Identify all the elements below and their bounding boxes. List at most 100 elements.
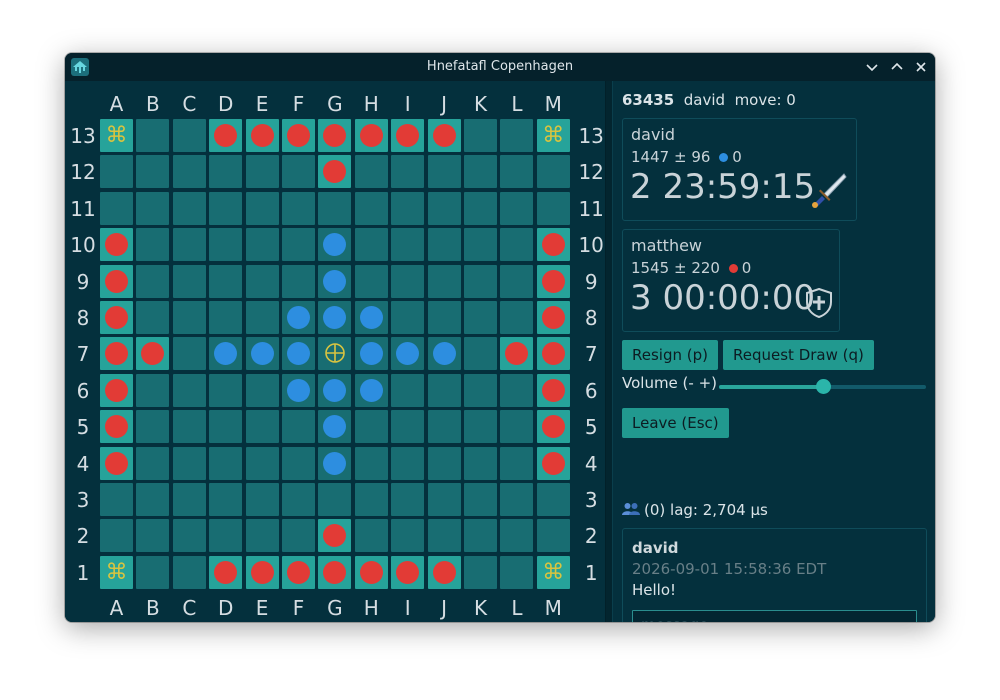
- board-cell[interactable]: [536, 301, 570, 334]
- board-cell[interactable]: [245, 337, 279, 371]
- board-cell[interactable]: [136, 410, 170, 444]
- board-cell[interactable]: [136, 264, 170, 298]
- blue-piece[interactable]: [287, 378, 310, 402]
- board-cell[interactable]: [282, 446, 315, 480]
- board-cell[interactable]: [427, 264, 461, 298]
- red-piece[interactable]: [541, 306, 565, 329]
- board-cell[interactable]: [464, 483, 497, 516]
- board-cell[interactable]: [500, 410, 534, 444]
- board-cell[interactable]: [500, 264, 534, 298]
- board-cell[interactable]: [354, 264, 388, 298]
- red-piece[interactable]: [250, 124, 274, 147]
- blue-piece[interactable]: [250, 342, 274, 366]
- red-piece[interactable]: [323, 560, 347, 584]
- board-cell[interactable]: [427, 555, 461, 589]
- board-cell[interactable]: [318, 301, 352, 334]
- board-cell[interactable]: [536, 155, 570, 189]
- leave-button[interactable]: Leave (Esc): [622, 408, 729, 438]
- board-cell[interactable]: ⌘: [100, 555, 133, 589]
- board-cell[interactable]: [536, 373, 570, 407]
- board-cell[interactable]: [464, 337, 497, 371]
- board-cell[interactable]: [172, 337, 206, 371]
- board-cell[interactable]: [318, 191, 352, 225]
- blue-piece[interactable]: [287, 342, 310, 366]
- board-cell[interactable]: [464, 228, 497, 262]
- board-cell[interactable]: [282, 155, 315, 189]
- board-cell[interactable]: [172, 373, 206, 407]
- board-cell[interactable]: [282, 119, 315, 152]
- board-cell[interactable]: [209, 301, 243, 334]
- board-cell[interactable]: [500, 155, 534, 189]
- board-cell[interactable]: [209, 119, 243, 152]
- board-cell[interactable]: [500, 483, 534, 516]
- board-cell[interactable]: [536, 446, 570, 480]
- board-cell[interactable]: [172, 519, 206, 553]
- board-cell[interactable]: [282, 337, 315, 371]
- board-cell[interactable]: [209, 483, 243, 516]
- board-cell[interactable]: [464, 446, 497, 480]
- blue-piece[interactable]: [323, 306, 347, 329]
- board-cell[interactable]: [354, 410, 388, 444]
- board-cell[interactable]: [354, 119, 388, 152]
- red-piece[interactable]: [396, 124, 420, 147]
- red-piece[interactable]: [105, 378, 128, 402]
- board-cell[interactable]: [391, 155, 425, 189]
- board-cell[interactable]: [100, 301, 133, 334]
- throne-icon[interactable]: [318, 337, 351, 370]
- board-cell[interactable]: [100, 337, 133, 371]
- board-cell[interactable]: [282, 264, 315, 298]
- board-cell[interactable]: [318, 119, 352, 152]
- board-cell[interactable]: [464, 373, 497, 407]
- red-piece[interactable]: [214, 124, 238, 147]
- board-cell[interactable]: [136, 191, 170, 225]
- close-button[interactable]: [911, 57, 931, 77]
- board-cell[interactable]: [354, 191, 388, 225]
- board-cell[interactable]: [209, 446, 243, 480]
- board-cell[interactable]: [427, 519, 461, 553]
- red-piece[interactable]: [432, 560, 456, 584]
- board-cell[interactable]: [172, 555, 206, 589]
- red-piece[interactable]: [323, 524, 347, 548]
- red-piece[interactable]: [505, 342, 529, 366]
- board-cell[interactable]: [536, 191, 570, 225]
- board-cell[interactable]: [245, 410, 279, 444]
- board-cell[interactable]: [427, 483, 461, 516]
- red-piece[interactable]: [541, 342, 565, 366]
- blue-piece[interactable]: [214, 342, 238, 366]
- board-cell[interactable]: [136, 446, 170, 480]
- volume-slider[interactable]: [719, 379, 926, 394]
- board-cell[interactable]: [464, 191, 497, 225]
- board-cell[interactable]: [245, 446, 279, 480]
- board-cell[interactable]: [500, 337, 534, 371]
- board-cell[interactable]: [136, 519, 170, 553]
- board-cell[interactable]: [427, 373, 461, 407]
- board-cell[interactable]: [500, 191, 534, 225]
- board-cell[interactable]: [172, 119, 206, 152]
- red-piece[interactable]: [105, 233, 128, 257]
- blue-piece[interactable]: [323, 378, 347, 402]
- board-cell[interactable]: [464, 155, 497, 189]
- board-cell[interactable]: [100, 155, 133, 189]
- board-cell[interactable]: [172, 191, 206, 225]
- board-cell[interactable]: [536, 337, 570, 371]
- red-piece[interactable]: [105, 269, 128, 293]
- blue-piece[interactable]: [359, 342, 383, 366]
- board-cell[interactable]: [354, 155, 388, 189]
- red-piece[interactable]: [214, 560, 238, 584]
- board-cell[interactable]: ⌘: [536, 119, 570, 152]
- board-cell[interactable]: [245, 483, 279, 516]
- board-cell[interactable]: [391, 446, 425, 480]
- board-cell[interactable]: [354, 373, 388, 407]
- board-cell[interactable]: [282, 228, 315, 262]
- board-cell[interactable]: [209, 373, 243, 407]
- board-cell[interactable]: [464, 264, 497, 298]
- board-cell[interactable]: [245, 301, 279, 334]
- board-cell[interactable]: [464, 410, 497, 444]
- board-cell[interactable]: [172, 155, 206, 189]
- board-cell[interactable]: [536, 264, 570, 298]
- board-cell[interactable]: [354, 301, 388, 334]
- board-cell[interactable]: [136, 155, 170, 189]
- minimize-button[interactable]: [862, 57, 882, 77]
- board-cell[interactable]: [136, 373, 170, 407]
- board-cell[interactable]: [245, 555, 279, 589]
